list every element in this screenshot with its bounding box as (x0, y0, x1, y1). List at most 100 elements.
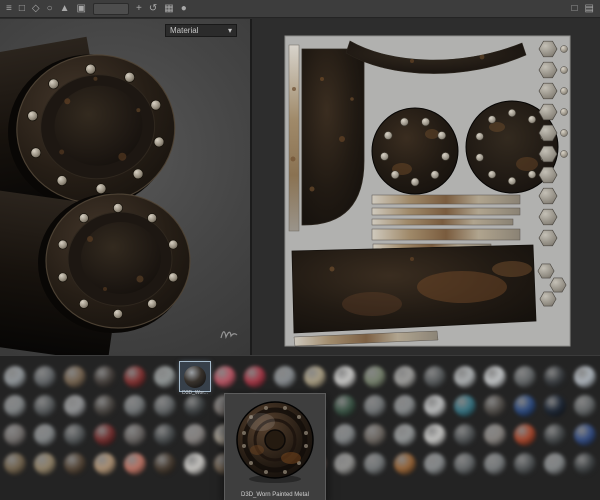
material-thumb[interactable] (450, 420, 480, 449)
material-sphere (574, 394, 596, 417)
material-thumb[interactable] (570, 391, 600, 420)
material-thumb[interactable] (150, 362, 180, 391)
material-sphere (124, 394, 146, 417)
material-sphere (394, 365, 416, 388)
material-thumb[interactable] (510, 362, 540, 391)
select-tool-icon[interactable]: □ (19, 1, 25, 17)
material-thumb[interactable] (420, 449, 450, 478)
material-sphere (454, 423, 476, 446)
add-icon[interactable]: + (136, 1, 142, 17)
material-thumb[interactable] (510, 449, 540, 478)
fill-tool-icon[interactable]: ▣ (77, 1, 86, 17)
material-thumb[interactable] (480, 420, 510, 449)
material-thumb[interactable] (0, 420, 30, 449)
material-sphere (394, 394, 416, 417)
material-thumb[interactable] (300, 362, 330, 391)
material-thumb[interactable] (330, 362, 360, 391)
eraser-tool-icon[interactable]: ○ (47, 1, 53, 17)
material-sphere (334, 365, 356, 388)
grid-icon[interactable]: ▦ (164, 1, 173, 17)
panel-icon[interactable]: □ (572, 1, 578, 17)
viewport-3d[interactable]: Material ▾ (0, 19, 250, 355)
material-sphere (64, 423, 86, 446)
material-thumb[interactable] (450, 391, 480, 420)
material-thumb[interactable] (30, 449, 60, 478)
material-thumb[interactable] (570, 420, 600, 449)
list-icon[interactable]: ▤ (585, 1, 594, 17)
material-thumb[interactable] (480, 391, 510, 420)
render-icon[interactable]: ● (181, 1, 187, 17)
material-sphere (94, 365, 116, 388)
material-thumb[interactable] (150, 420, 180, 449)
material-thumb[interactable] (60, 420, 90, 449)
material-thumb[interactable] (0, 449, 30, 478)
material-sphere (424, 365, 446, 388)
material-thumb[interactable] (390, 449, 420, 478)
material-thumb[interactable] (270, 362, 300, 391)
material-thumb[interactable] (510, 420, 540, 449)
material-thumb[interactable] (330, 449, 360, 478)
menu-icon[interactable]: ≡ (6, 1, 12, 17)
material-thumb[interactable] (570, 362, 600, 391)
material-thumb[interactable] (540, 391, 570, 420)
rotate-view-icon[interactable]: ↺ (149, 1, 157, 17)
material-thumb[interactable] (360, 362, 390, 391)
material-thumb[interactable] (90, 391, 120, 420)
material-sphere (334, 452, 356, 475)
material-sphere (64, 365, 86, 388)
material-thumb[interactable] (450, 362, 480, 391)
material-thumb[interactable] (540, 449, 570, 478)
material-thumb[interactable] (180, 420, 210, 449)
material-thumb[interactable] (480, 449, 510, 478)
material-sphere (304, 365, 326, 388)
material-thumb[interactable] (240, 362, 270, 391)
material-thumb[interactable] (540, 362, 570, 391)
material-thumb[interactable] (540, 420, 570, 449)
material-thumb-selected[interactable]: D3D_Wor... (179, 361, 211, 396)
material-thumb[interactable] (120, 449, 150, 478)
material-thumb[interactable] (90, 362, 120, 391)
material-thumb[interactable] (390, 420, 420, 449)
material-thumb[interactable] (330, 391, 360, 420)
material-sphere (244, 365, 266, 388)
material-mode-dropdown[interactable]: Material ▾ (165, 24, 237, 37)
material-thumb[interactable] (360, 391, 390, 420)
material-thumb[interactable] (510, 391, 540, 420)
paint-tool-icon[interactable]: ◇ (32, 1, 40, 17)
material-sphere (184, 423, 206, 446)
material-thumb[interactable] (0, 391, 30, 420)
material-sphere (94, 452, 116, 475)
material-thumb[interactable] (360, 449, 390, 478)
material-thumb[interactable] (420, 391, 450, 420)
material-thumb[interactable] (120, 362, 150, 391)
material-thumb[interactable] (30, 391, 60, 420)
material-thumb[interactable] (60, 391, 90, 420)
material-thumb[interactable] (360, 420, 390, 449)
toolbar-dropdown[interactable] (93, 2, 129, 15)
material-thumb[interactable] (120, 391, 150, 420)
material-thumb[interactable] (120, 420, 150, 449)
material-thumb[interactable] (390, 362, 420, 391)
material-thumb[interactable] (60, 449, 90, 478)
material-sphere (574, 365, 596, 388)
material-thumb[interactable] (330, 420, 360, 449)
material-thumb[interactable] (210, 362, 240, 391)
material-thumb[interactable] (420, 420, 450, 449)
material-thumb[interactable] (90, 420, 120, 449)
material-thumb[interactable] (150, 449, 180, 478)
material-thumb[interactable] (0, 362, 30, 391)
material-thumb[interactable] (90, 449, 120, 478)
material-thumb[interactable] (180, 449, 210, 478)
material-thumb[interactable] (480, 362, 510, 391)
material-thumb[interactable] (30, 420, 60, 449)
material-thumb[interactable] (30, 362, 60, 391)
selected-thumb-caption: D3D_Wor... (182, 390, 208, 396)
material-thumb[interactable] (570, 449, 600, 478)
material-dropdown-label: Material (170, 26, 199, 35)
projection-tool-icon[interactable]: ▲ (60, 1, 70, 17)
material-thumb[interactable] (450, 449, 480, 478)
material-thumb[interactable] (60, 362, 90, 391)
viewport-2d-uv[interactable] (252, 19, 600, 355)
material-thumb[interactable] (420, 362, 450, 391)
material-thumb[interactable] (390, 391, 420, 420)
